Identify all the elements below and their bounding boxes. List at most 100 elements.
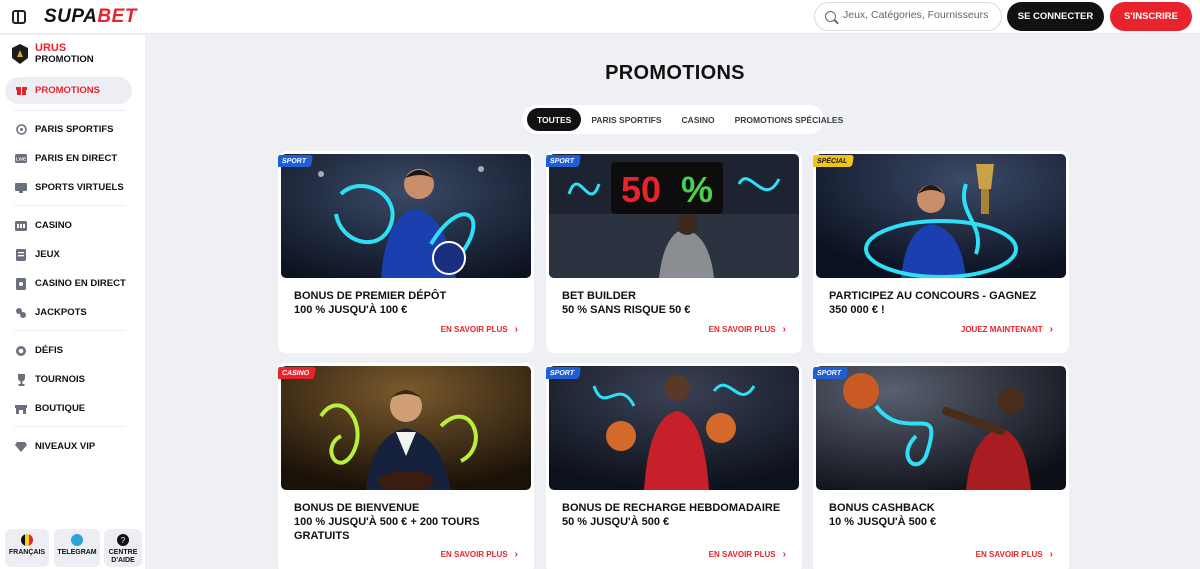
promo-image-basketball-dunk bbox=[816, 366, 1066, 490]
scoreboard-digits: 50 bbox=[621, 169, 661, 210]
promo-image-football-player bbox=[281, 154, 531, 278]
cta-label: EN SAVOIR PLUS bbox=[440, 325, 508, 334]
divider bbox=[14, 426, 126, 427]
sidebar-item-label: CASINO bbox=[35, 220, 72, 231]
svg-text:LIVE: LIVE bbox=[16, 157, 26, 162]
promo-card-cashback[interactable]: SPORT BONUS CASHBACK 10 % JUSQU'À 500 € E… bbox=[813, 363, 1069, 569]
sidebar-item-label: NIVEAUX VIP bbox=[35, 441, 96, 452]
promo-image-casino-dealer bbox=[281, 366, 531, 490]
chevron-right-icon: › bbox=[1049, 549, 1053, 560]
tab-casino[interactable]: CASINO bbox=[672, 108, 725, 131]
help-center-button[interactable]: ? CENTRE D'AIDE bbox=[104, 529, 142, 567]
tab-paris-sportifs[interactable]: PARIS SPORTIFS bbox=[581, 108, 671, 131]
sidebar-item-label: PROMOTIONS bbox=[35, 85, 100, 96]
sidebar-item-sports-virtuels[interactable]: SPORTS VIRTUELS bbox=[5, 174, 132, 201]
chevron-right-icon: › bbox=[1049, 324, 1053, 335]
card-title: BONUS DE RECHARGE HEBDOMADAIRE 50 % JUSQU… bbox=[562, 502, 781, 528]
scoreboard-percent: % bbox=[681, 169, 713, 210]
sidebar-item-label: PARIS EN DIRECT bbox=[35, 153, 118, 164]
category-tag: SPORT bbox=[813, 367, 849, 379]
brand-line1: URUS bbox=[35, 42, 67, 54]
page-title: PROMOTIONS bbox=[605, 62, 745, 84]
casino-icon bbox=[15, 220, 27, 232]
search-icon bbox=[825, 11, 836, 22]
login-button[interactable]: SE CONNECTER bbox=[1007, 2, 1104, 31]
shop-icon bbox=[15, 403, 27, 415]
challenge-icon bbox=[15, 345, 27, 357]
card-title: PARTICIPEZ AU CONCOURS - GAGNEZ 350 000 €… bbox=[829, 290, 1037, 316]
live-icon: LIVE bbox=[15, 153, 27, 165]
learn-more-link[interactable]: EN SAVOIR PLUS › bbox=[709, 324, 786, 335]
learn-more-link[interactable]: EN SAVOIR PLUS › bbox=[441, 549, 518, 560]
learn-more-link[interactable]: EN SAVOIR PLUS › bbox=[441, 324, 518, 335]
help-label: CENTRE D'AIDE bbox=[108, 549, 138, 564]
search-box[interactable] bbox=[814, 2, 1002, 31]
sidebar-item-label: DÉFIS bbox=[35, 345, 63, 356]
sidebar-item-boutique[interactable]: BOUTIQUE bbox=[5, 395, 132, 422]
logo-part1: SUPA bbox=[44, 6, 98, 27]
sidebar-item-label: JACKPOTS bbox=[35, 307, 87, 318]
sidebar: URUS PROMOTION PROMOTIONS PARIS SPORTIFS… bbox=[0, 35, 145, 569]
divider bbox=[14, 330, 126, 331]
sidebar-item-label: BOUTIQUE bbox=[35, 403, 86, 414]
sidebar-item-niveaux-vip[interactable]: NIVEAUX VIP bbox=[5, 433, 132, 460]
jackpot-icon bbox=[15, 307, 27, 319]
sidebar-item-label: SPORTS VIRTUELS bbox=[35, 182, 124, 193]
sidebar-item-label: PARIS SPORTIFS bbox=[35, 124, 114, 135]
language-label: FRANÇAIS bbox=[8, 549, 46, 556]
sidebar-item-jeux[interactable]: JEUX bbox=[5, 241, 132, 268]
cta-label: EN SAVOIR PLUS bbox=[440, 550, 508, 559]
games-icon bbox=[15, 248, 27, 261]
search-input[interactable] bbox=[843, 9, 993, 21]
sidebar-item-jackpots[interactable]: JACKPOTS bbox=[5, 299, 132, 326]
divider bbox=[14, 205, 126, 206]
sidebar-item-casino-en-direct[interactable]: CASINO EN DIRECT bbox=[5, 270, 132, 297]
live-casino-icon bbox=[15, 277, 27, 290]
sidebar-item-casino[interactable]: CASINO bbox=[5, 212, 132, 239]
sidebar-item-paris-sportifs[interactable]: PARIS SPORTIFS bbox=[5, 116, 132, 143]
promo-image-scoreboard: 50 % bbox=[549, 154, 799, 278]
tab-promotions-speciales[interactable]: PROMOTIONS SPÉCIALES bbox=[725, 108, 854, 131]
promo-image-trophy-player bbox=[816, 154, 1066, 278]
category-tag: CASINO bbox=[278, 367, 317, 379]
cta-label: EN SAVOIR PLUS bbox=[975, 550, 1043, 559]
category-tag: SPÉCIAL bbox=[813, 155, 855, 167]
category-tag: SPORT bbox=[546, 367, 582, 379]
cta-label: JOUEZ MAINTENANT bbox=[960, 325, 1043, 334]
chevron-right-icon: › bbox=[514, 324, 518, 335]
chevron-right-icon: › bbox=[782, 549, 786, 560]
virtual-sports-icon bbox=[15, 182, 27, 194]
learn-more-link[interactable]: EN SAVOIR PLUS › bbox=[709, 549, 786, 560]
chevron-right-icon: › bbox=[514, 549, 518, 560]
promo-card-welcome-bonus[interactable]: CASINO BONUS DE BIENVENUE 100 % JUSQU'À 5… bbox=[278, 363, 534, 569]
lamborghini-badge-icon bbox=[12, 44, 28, 64]
signup-button[interactable]: S'INSCRIRE bbox=[1110, 2, 1192, 31]
tab-toutes[interactable]: TOUTES bbox=[527, 108, 582, 131]
promo-image-basketball-player bbox=[549, 366, 799, 490]
card-title: BONUS DE PREMIER DÉPÔT 100 % JUSQU'À 100 … bbox=[294, 290, 447, 316]
promo-card-weekly-reload[interactable]: SPORT BONUS DE RECHARGE HEBDOMADAIRE 50 %… bbox=[546, 363, 802, 569]
brand-line2: PROMOTION bbox=[35, 54, 94, 65]
card-title: BONUS CASHBACK 10 % JUSQU'À 500 € bbox=[829, 502, 937, 528]
language-button[interactable]: FRANÇAIS bbox=[5, 529, 49, 567]
help-icon: ? bbox=[117, 534, 129, 546]
sidebar-item-paris-en-direct[interactable]: LIVE PARIS EN DIRECT bbox=[5, 145, 132, 172]
learn-more-link[interactable]: EN SAVOIR PLUS › bbox=[976, 549, 1053, 560]
sidebar-item-defis[interactable]: DÉFIS bbox=[5, 337, 132, 364]
play-now-link[interactable]: JOUEZ MAINTENANT › bbox=[961, 324, 1053, 335]
telegram-label: TELEGRAM bbox=[57, 549, 97, 556]
promo-card-bet-builder[interactable]: 50 % SPORT BET BUILDER 50 % SANS RISQUE 5… bbox=[546, 151, 802, 353]
sidebar-item-label: TOURNOIS bbox=[35, 374, 85, 385]
belgium-flag-icon bbox=[21, 534, 33, 546]
promo-card-contest[interactable]: SPÉCIAL PARTICIPEZ AU CONCOURS - GAGNEZ 3… bbox=[813, 151, 1069, 353]
supabet-logo[interactable]: SUPABET bbox=[44, 6, 137, 28]
promo-card-first-deposit[interactable]: SPORT BONUS DE PREMIER DÉPÔT 100 % JUSQU'… bbox=[278, 151, 534, 353]
promo-tabs: TOUTES PARIS SPORTIFS CASINO PROMOTIONS … bbox=[522, 105, 843, 134]
chevron-right-icon: › bbox=[782, 324, 786, 335]
telegram-button[interactable]: TELEGRAM bbox=[54, 529, 100, 567]
sidebar-item-tournois[interactable]: TOURNOIS bbox=[5, 366, 132, 393]
sidebar-item-label: CASINO EN DIRECT bbox=[35, 278, 126, 289]
sidebar-item-promotions[interactable]: PROMOTIONS bbox=[5, 77, 132, 104]
sidebar-toggle-icon[interactable] bbox=[12, 10, 26, 24]
card-title: BONUS DE BIENVENUE 100 % JUSQU'À 500 € + … bbox=[294, 502, 480, 542]
